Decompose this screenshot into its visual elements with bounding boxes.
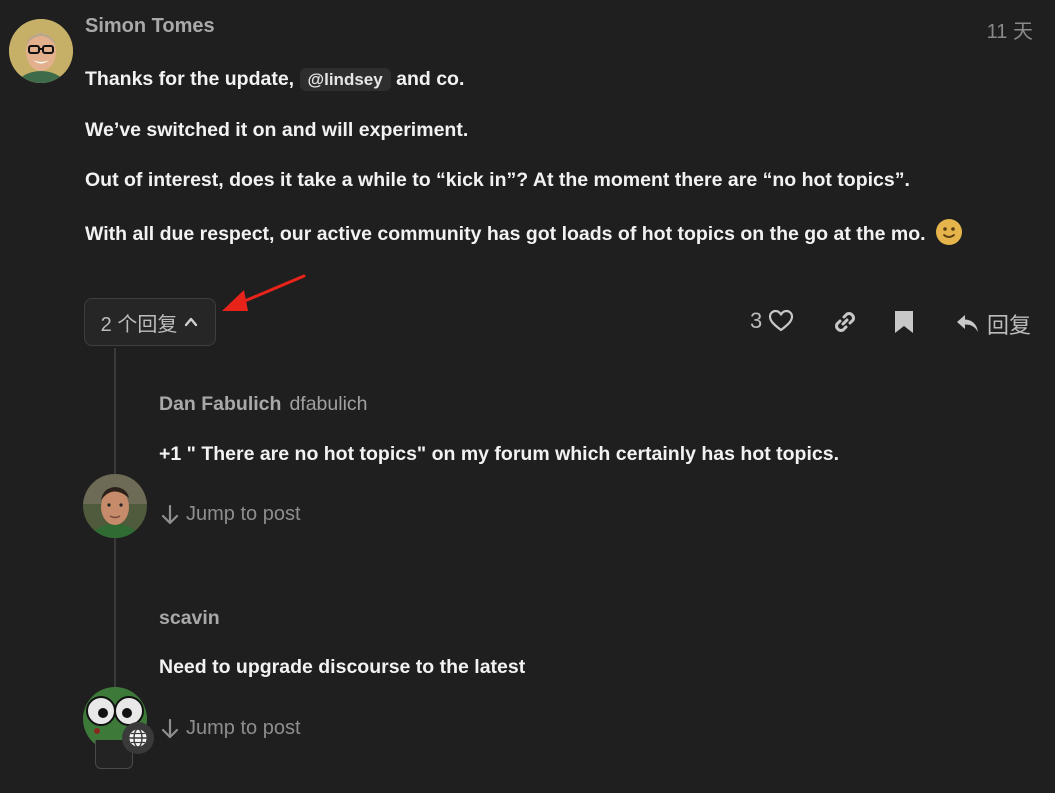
like-button[interactable]: 3 bbox=[750, 308, 794, 334]
mention-link[interactable]: @lindsey bbox=[299, 68, 391, 91]
reply-header: scavin bbox=[159, 607, 220, 630]
post-text: Thanks for the update, bbox=[85, 68, 295, 90]
post-body: Thanks for the update, @lindsey and co. … bbox=[85, 0, 1045, 260]
globe-icon bbox=[122, 722, 154, 754]
reply-header: Dan Fabulich dfabulich bbox=[159, 393, 368, 416]
post-paragraph-1: Thanks for the update, @lindsey and co. bbox=[85, 68, 464, 91]
post-text: With all due respect, our active communi… bbox=[85, 223, 926, 246]
bookmark-icon bbox=[893, 309, 915, 335]
reply-author-username[interactable]: dfabulich bbox=[289, 393, 367, 415]
jump-to-post-label: Jump to post bbox=[186, 503, 301, 525]
arrow-down-icon bbox=[160, 718, 180, 740]
post-text: and co. bbox=[396, 68, 465, 90]
author-avatar[interactable] bbox=[9, 19, 73, 83]
chevron-up-icon bbox=[183, 314, 199, 330]
reply-button[interactable]: 回复 bbox=[955, 308, 1031, 340]
jump-to-post-link[interactable]: Jump to post bbox=[160, 717, 301, 740]
reply-author-name[interactable]: Dan Fabulich bbox=[159, 393, 281, 415]
heart-icon bbox=[768, 309, 794, 333]
reply-icon bbox=[955, 312, 981, 336]
jump-to-post-label: Jump to post bbox=[186, 717, 301, 739]
reply-text: +1 " There are no hot topics" on my foru… bbox=[159, 443, 839, 465]
arrow-down-icon bbox=[160, 504, 180, 526]
post-paragraph-2: We’ve switched it on and will experiment… bbox=[85, 119, 469, 141]
replies-toggle-button[interactable]: 2 个回复 bbox=[84, 298, 216, 346]
copy-link-button[interactable] bbox=[832, 309, 858, 335]
reply-button-label: 回复 bbox=[987, 313, 1032, 338]
replies-toggle-label: 2 个回复 bbox=[100, 313, 178, 336]
reply-text: Need to upgrade discourse to the latest bbox=[159, 656, 526, 678]
reply-author-avatar[interactable] bbox=[83, 474, 147, 538]
slight-smile-emoji-icon bbox=[935, 218, 963, 252]
reply-author-name[interactable]: scavin bbox=[159, 607, 220, 629]
post-paragraph-3: Out of interest, does it take a while to… bbox=[85, 169, 910, 191]
bookmark-button[interactable] bbox=[893, 309, 915, 335]
jump-to-post-link[interactable]: Jump to post bbox=[160, 503, 301, 526]
post-paragraph-4: With all due respect, our active communi… bbox=[85, 218, 963, 252]
like-count: 3 bbox=[750, 308, 763, 333]
annotation-arrow-icon bbox=[218, 270, 308, 325]
link-icon bbox=[832, 309, 858, 335]
